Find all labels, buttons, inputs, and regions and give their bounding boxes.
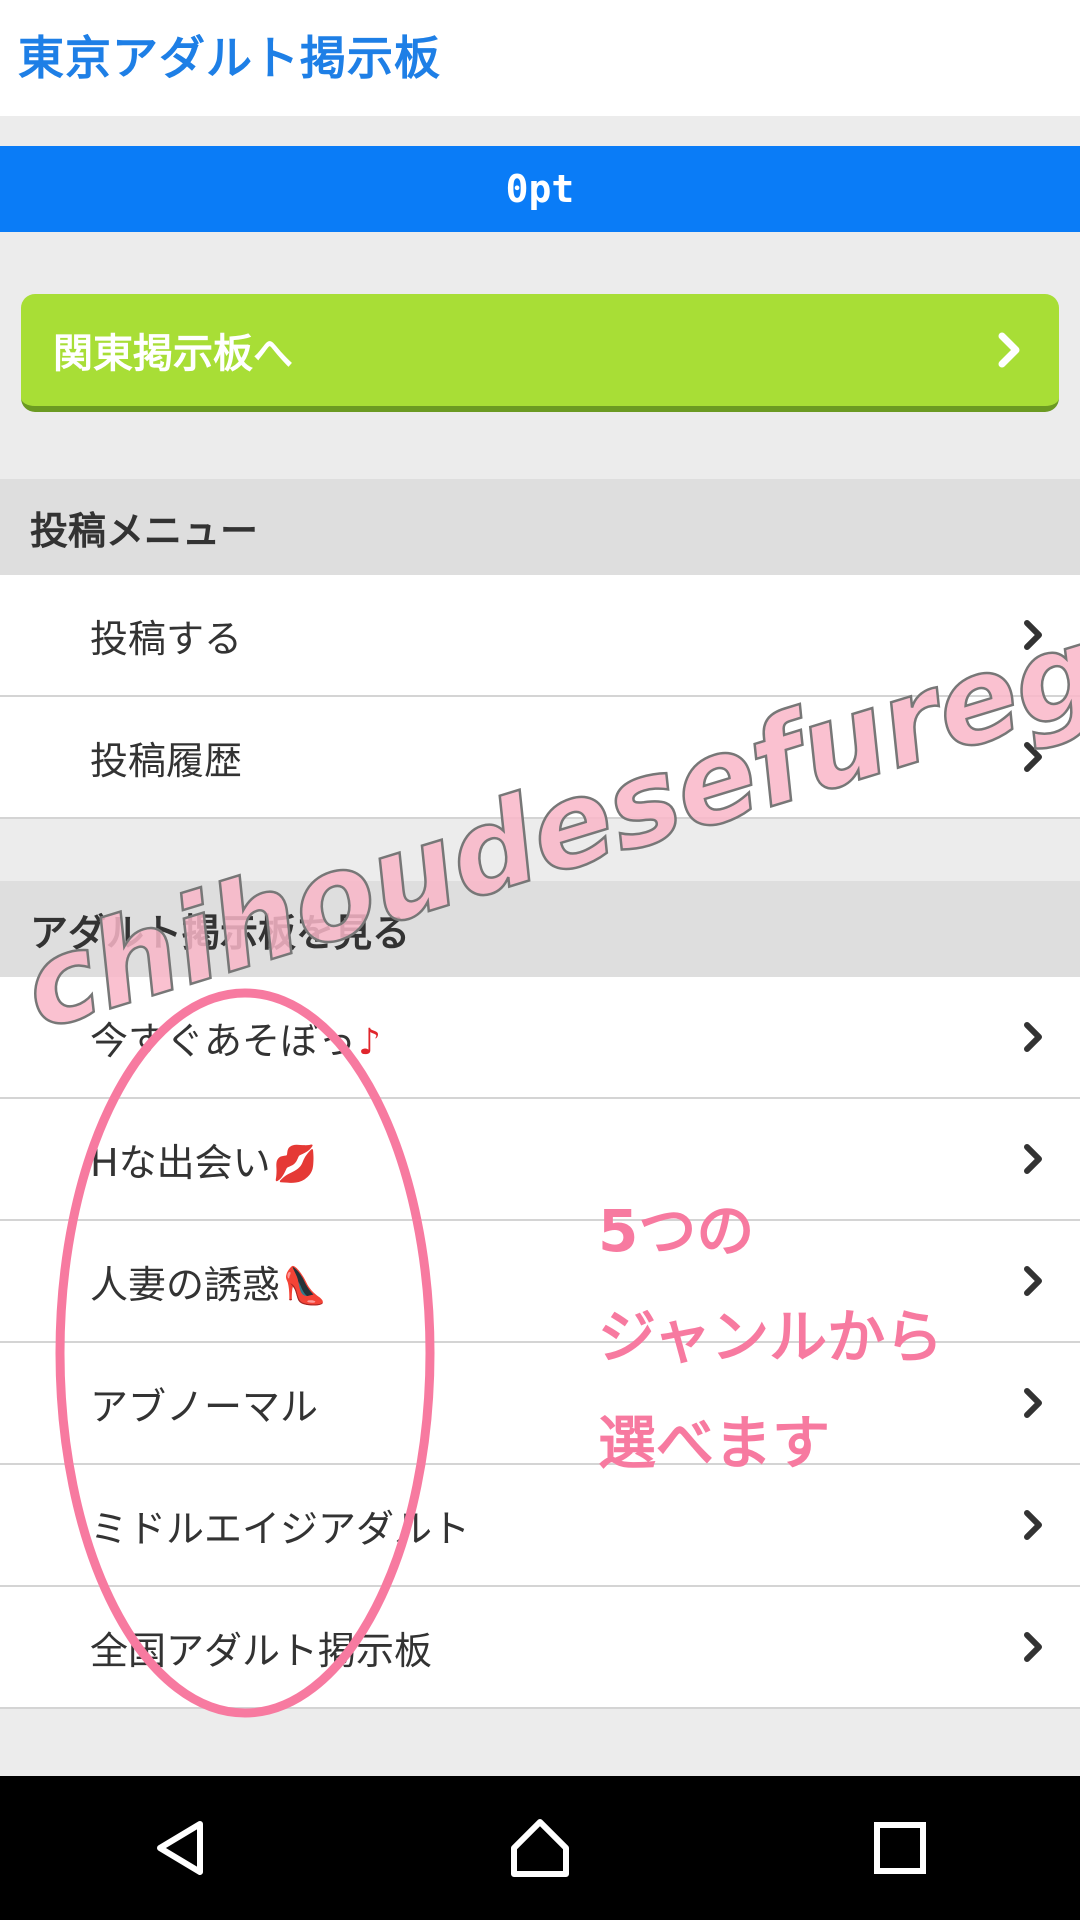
chevron-right-icon (1024, 1144, 1042, 1174)
annotation-line: 選べます (598, 1409, 831, 1477)
annotation-line: 5つの (598, 1197, 755, 1265)
menu-item-label: 投稿履歴 (90, 738, 243, 783)
recents-button[interactable] (860, 1808, 940, 1888)
chevron-right-icon (998, 332, 1020, 368)
recents-icon (874, 1822, 926, 1874)
menu-item-post[interactable]: 投稿する (0, 575, 1080, 697)
adult-board-header: アダルト掲示板を見る (0, 881, 1080, 977)
system-nav-bar (0, 1776, 1080, 1920)
genre-annotation: 5つの ジャンルから 選べます (598, 1178, 943, 1496)
board-item-label: アブノーマル (90, 1384, 319, 1429)
points-label: 0pt (505, 167, 575, 211)
chevron-right-icon (1024, 1388, 1042, 1418)
high-heel-icon: 👠 (282, 1265, 327, 1307)
menu-item-label: 投稿する (90, 616, 243, 661)
board-item-label: 全国アダルト掲示板 (90, 1628, 433, 1673)
annotation-line: ジャンルから (598, 1303, 944, 1371)
board-item-nationwide[interactable]: 全国アダルト掲示板 (0, 1587, 1080, 1709)
board-item-label: Hな出会い (90, 1140, 271, 1185)
chevron-right-icon (1024, 1510, 1042, 1540)
music-note-icon: ♪ (358, 1021, 381, 1063)
post-menu-list: 投稿する 投稿履歴 (0, 575, 1080, 819)
home-icon (511, 1819, 569, 1877)
site-title[interactable]: 東京アダルト掲示板 (18, 22, 441, 88)
points-bar: 0pt (0, 146, 1080, 232)
home-button[interactable] (500, 1808, 580, 1888)
kanto-board-label: 関東掲示板へ (53, 331, 293, 377)
chevron-right-icon (1024, 620, 1042, 650)
kanto-board-button[interactable]: 関東掲示板へ (21, 294, 1059, 412)
back-button[interactable] (140, 1808, 220, 1888)
post-menu-title: 投稿メニュー (30, 508, 259, 553)
chevron-right-icon (1024, 742, 1042, 772)
board-item-label: 今すぐあそぼっ (90, 1018, 357, 1063)
app-header: 東京アダルト掲示板 (0, 0, 1080, 116)
adult-board-title: アダルト掲示板を見る (30, 910, 411, 955)
chevron-right-icon (1024, 1022, 1042, 1052)
board-item-label: ミドルエイジアダルト (90, 1506, 471, 1551)
menu-item-post-history[interactable]: 投稿履歴 (0, 697, 1080, 819)
chevron-right-icon (1024, 1266, 1042, 1296)
back-icon (157, 1821, 203, 1875)
lips-icon: 💋 (272, 1143, 318, 1185)
board-item-label: 人妻の誘惑 (90, 1262, 281, 1307)
post-menu-header: 投稿メニュー (0, 479, 1080, 575)
chevron-right-icon (1024, 1632, 1042, 1662)
board-item-asobo[interactable]: 今すぐあそぼっ♪ (0, 977, 1080, 1099)
